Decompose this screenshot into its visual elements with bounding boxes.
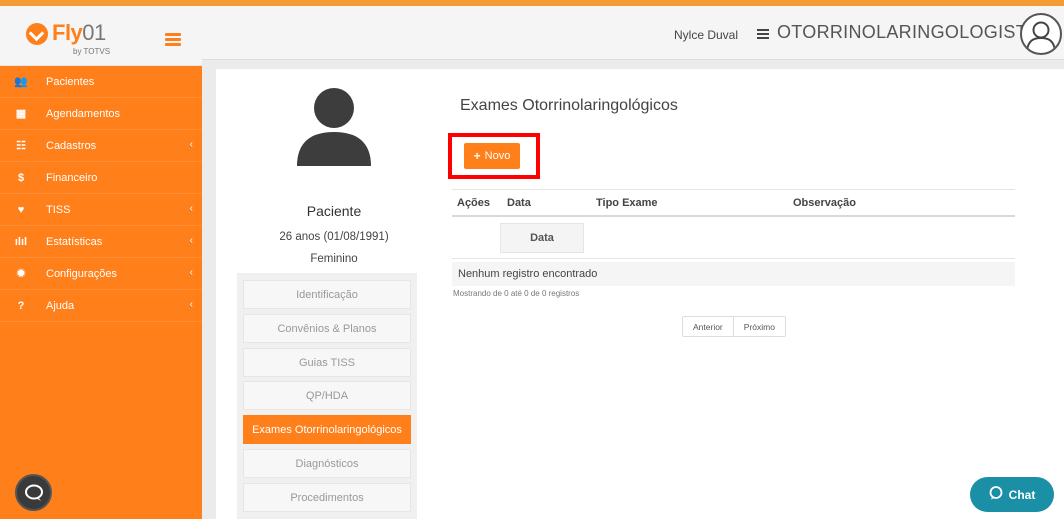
user-name: Nylce Duval — [674, 28, 739, 42]
chat-bubble-icon[interactable] — [15, 474, 52, 511]
gear-icon: ✹ — [16, 268, 26, 280]
patient-avatar-icon — [295, 86, 373, 166]
chevron-left-icon: ‹ — [189, 203, 193, 214]
new-button-label: Novo — [484, 150, 511, 162]
sidebar: Fly01 by TOTVS 👥 Pacientes ▦ Agendamento… — [0, 0, 202, 519]
tab-diagnosticos[interactable]: Diagnósticos — [243, 449, 411, 478]
grid-top-divider — [452, 189, 1015, 190]
sidebar-item-estatisticas[interactable]: ılıl Estatísticas ‹ — [0, 226, 202, 258]
column-header-tipo-exame[interactable]: Tipo Exame — [596, 197, 658, 209]
patient-sex: Feminino — [310, 253, 358, 265]
sidebar-item-label: Ajuda — [46, 299, 75, 312]
sidebar-menu: 👥 Pacientes ▦ Agendamentos ☷ Cadastros ‹… — [0, 66, 202, 322]
sidebar-item-configuracoes[interactable]: ✹ Configurações ‹ — [0, 258, 202, 290]
tab-procedimentos[interactable]: Procedimentos — [243, 483, 411, 512]
sidebar-item-label: Financeiro — [46, 171, 98, 184]
chat-button[interactable]: Chat — [970, 477, 1054, 512]
role-selector[interactable]: OTORRINOLARINGOLOGISTA — [777, 22, 1038, 43]
patient-title: Paciente — [306, 203, 362, 219]
tab-exames-otorrinolaringologicos[interactable]: Exames Otorrinolaringológicos — [243, 415, 411, 444]
tab-identificacao[interactable]: Identificação — [243, 280, 411, 309]
bar-chart-icon: ılıl — [14, 235, 28, 248]
logo-check-icon — [26, 23, 48, 45]
sidebar-item-label: Configurações — [46, 267, 117, 280]
users-icon: 👥 — [14, 76, 28, 88]
dollar-icon: $ — [17, 171, 25, 184]
heartbeat-icon: ♥ — [17, 203, 25, 216]
new-exam-button[interactable]: + Novo — [464, 143, 520, 169]
chat-icon — [989, 486, 1003, 503]
logo-bar: Fly01 by TOTVS — [0, 6, 202, 66]
patient-tabs: Identificação Convênios & Planos Guias T… — [237, 273, 417, 519]
sidebar-item-cadastros[interactable]: ☷ Cadastros ‹ — [0, 130, 202, 162]
user-avatar[interactable] — [1020, 13, 1062, 55]
chevron-down-icon[interactable]: ⌄ — [1007, 30, 1015, 41]
pagination: Anterior Próximo — [682, 316, 786, 337]
chevron-left-icon: ‹ — [189, 267, 193, 278]
chevron-left-icon: ‹ — [189, 139, 193, 150]
tab-convenios-planos[interactable]: Convênios & Planos — [243, 314, 411, 343]
sidebar-item-label: TISS — [46, 203, 71, 216]
calendar-icon: ▦ — [15, 108, 27, 120]
sidebar-item-tiss[interactable]: ♥ TISS ‹ — [0, 194, 202, 226]
sidebar-item-ajuda[interactable]: ? Ajuda ‹ — [0, 290, 202, 322]
logo[interactable]: Fly01 — [52, 20, 106, 46]
sidebar-item-label: Estatísticas — [46, 235, 103, 248]
question-icon: ? — [17, 299, 25, 312]
content-panel: Paciente 26 anos (01/08/1991) Feminino I… — [216, 69, 1064, 519]
hamburger-menu-icon[interactable] — [165, 33, 181, 46]
sidebar-item-label: Cadastros — [46, 139, 97, 152]
sidebar-item-agendamentos[interactable]: ▦ Agendamentos — [0, 98, 202, 130]
column-header-acoes[interactable]: Ações — [457, 197, 490, 209]
sidebar-item-financeiro[interactable]: $ Financeiro — [0, 162, 202, 194]
patient-age: 26 anos (01/08/1991) — [279, 231, 389, 243]
column-header-observacao[interactable]: Observação — [793, 197, 856, 209]
sidebar-item-label: Pacientes — [46, 75, 95, 88]
records-info: Mostrando de 0 até 0 de 0 registros — [453, 289, 580, 298]
chevron-left-icon: ‹ — [189, 299, 193, 310]
sidebar-item-label: Agendamentos — [46, 107, 120, 120]
chevron-left-icon: ‹ — [189, 235, 193, 246]
page-title: Exames Otorrinolaringológicos — [460, 97, 678, 114]
header-divider — [452, 215, 1015, 217]
chat-label: Chat — [1008, 487, 1036, 502]
previous-page-button[interactable]: Anterior — [683, 317, 733, 336]
next-page-button[interactable]: Próximo — [732, 317, 785, 336]
tab-guias-tiss[interactable]: Guias TISS — [243, 348, 411, 377]
empty-table-row: Nenhum registro encontrado — [452, 262, 1015, 286]
filter-divider — [452, 258, 1015, 259]
date-filter-input[interactable]: Data — [500, 223, 584, 253]
logo-byline: by TOTVS — [73, 47, 111, 56]
tab-qp-hda[interactable]: QP/HDA — [243, 381, 411, 410]
sidebar-item-pacientes[interactable]: 👥 Pacientes — [0, 66, 202, 98]
plus-icon: + — [473, 149, 481, 163]
list-icon: ☷ — [16, 140, 26, 152]
column-header-data[interactable]: Data — [507, 197, 531, 209]
list-icon[interactable] — [757, 29, 769, 39]
header: Nylce Duval OTORRINOLARINGOLOGISTA ⌄ — [202, 6, 1064, 60]
